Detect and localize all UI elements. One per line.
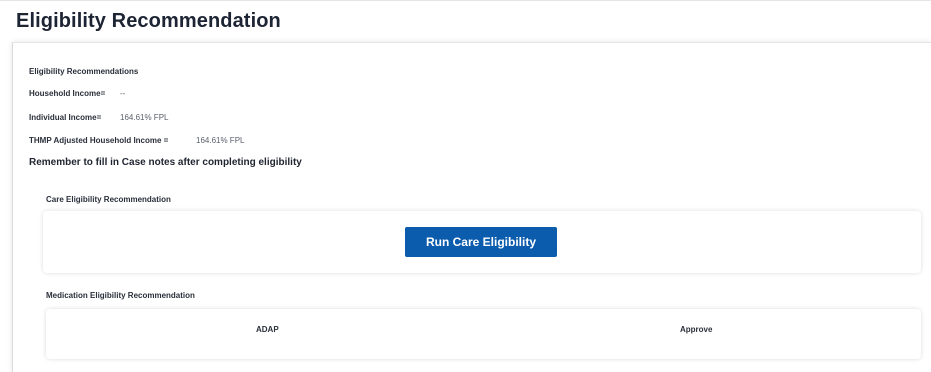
- case-notes-reminder: Remember to fill in Case notes after com…: [29, 157, 302, 168]
- care-eligibility-heading: Care Eligibility Recommendation: [46, 195, 171, 204]
- page-title: Eligibility Recommendation: [16, 10, 281, 32]
- household-income-label: Household Income=: [29, 89, 106, 98]
- individual-income-label: Individual Income=: [29, 113, 102, 122]
- eligibility-recommendations-heading: Eligibility Recommendations: [29, 67, 139, 76]
- care-eligibility-card: Run Care Eligibility: [43, 211, 921, 273]
- medication-eligibility-heading: Medication Eligibility Recommendation: [46, 291, 195, 300]
- run-care-eligibility-button[interactable]: Run Care Eligibility: [405, 227, 557, 257]
- medication-status-cell: Approve: [680, 325, 713, 334]
- thmp-adjusted-income-label: THMP Adjusted Household Income =: [29, 136, 169, 145]
- individual-income-value: 164.61% FPL: [120, 113, 169, 122]
- medication-program-cell: ADAP: [256, 325, 279, 334]
- top-divider: [0, 0, 931, 1]
- thmp-adjusted-income-value: 164.61% FPL: [196, 136, 245, 145]
- household-income-value: --: [120, 89, 126, 98]
- medication-eligibility-card: ADAP Approve: [46, 309, 921, 359]
- eligibility-panel: Eligibility Recommendations Household In…: [12, 42, 931, 372]
